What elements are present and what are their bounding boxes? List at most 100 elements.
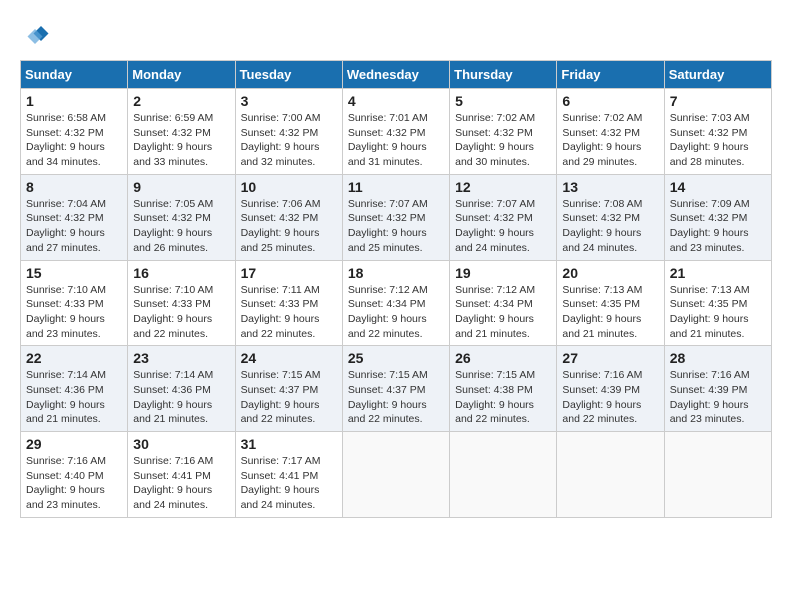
sunrise-label: Sunrise: 7:07 AM: [348, 198, 428, 210]
daylight-label: Daylight: 9 hours and 21 minutes.: [455, 313, 534, 340]
day-info: Sunrise: 7:15 AM Sunset: 4:38 PM Dayligh…: [455, 368, 551, 427]
daylight-label: Daylight: 9 hours and 25 minutes.: [348, 227, 427, 254]
calendar-cell: 4 Sunrise: 7:01 AM Sunset: 4:32 PM Dayli…: [342, 89, 449, 175]
day-number: 12: [455, 179, 551, 195]
day-info: Sunrise: 7:02 AM Sunset: 4:32 PM Dayligh…: [562, 111, 658, 170]
day-number: 20: [562, 265, 658, 281]
daylight-label: Daylight: 9 hours and 24 minutes.: [241, 484, 320, 511]
day-number: 10: [241, 179, 337, 195]
daylight-label: Daylight: 9 hours and 28 minutes.: [670, 141, 749, 168]
day-number: 25: [348, 350, 444, 366]
day-info: Sunrise: 7:05 AM Sunset: 4:32 PM Dayligh…: [133, 197, 229, 256]
sunrise-label: Sunrise: 7:13 AM: [562, 284, 642, 296]
calendar-cell: 13 Sunrise: 7:08 AM Sunset: 4:32 PM Dayl…: [557, 174, 664, 260]
calendar-cell: 27 Sunrise: 7:16 AM Sunset: 4:39 PM Dayl…: [557, 346, 664, 432]
sunrise-label: Sunrise: 7:16 AM: [133, 455, 213, 467]
day-number: 14: [670, 179, 766, 195]
sunset-label: Sunset: 4:32 PM: [670, 212, 748, 224]
day-info: Sunrise: 7:08 AM Sunset: 4:32 PM Dayligh…: [562, 197, 658, 256]
sunrise-label: Sunrise: 7:16 AM: [26, 455, 106, 467]
day-info: Sunrise: 6:59 AM Sunset: 4:32 PM Dayligh…: [133, 111, 229, 170]
sunset-label: Sunset: 4:32 PM: [348, 127, 426, 139]
day-info: Sunrise: 7:07 AM Sunset: 4:32 PM Dayligh…: [455, 197, 551, 256]
weekday-header: Thursday: [450, 61, 557, 89]
logo: [20, 20, 54, 50]
day-number: 4: [348, 93, 444, 109]
daylight-label: Daylight: 9 hours and 24 minutes.: [562, 227, 641, 254]
calendar-header-row: SundayMondayTuesdayWednesdayThursdayFrid…: [21, 61, 772, 89]
day-info: Sunrise: 7:16 AM Sunset: 4:41 PM Dayligh…: [133, 454, 229, 513]
daylight-label: Daylight: 9 hours and 21 minutes.: [133, 399, 212, 426]
day-info: Sunrise: 7:11 AM Sunset: 4:33 PM Dayligh…: [241, 283, 337, 342]
daylight-label: Daylight: 9 hours and 22 minutes.: [348, 399, 427, 426]
sunrise-label: Sunrise: 7:12 AM: [348, 284, 428, 296]
sunrise-label: Sunrise: 7:10 AM: [26, 284, 106, 296]
day-info: Sunrise: 7:10 AM Sunset: 4:33 PM Dayligh…: [26, 283, 122, 342]
calendar-cell: [450, 432, 557, 518]
day-number: 29: [26, 436, 122, 452]
daylight-label: Daylight: 9 hours and 29 minutes.: [562, 141, 641, 168]
calendar-cell: 3 Sunrise: 7:00 AM Sunset: 4:32 PM Dayli…: [235, 89, 342, 175]
day-number: 23: [133, 350, 229, 366]
day-number: 27: [562, 350, 658, 366]
sunrise-label: Sunrise: 7:16 AM: [562, 369, 642, 381]
sunset-label: Sunset: 4:35 PM: [670, 298, 748, 310]
calendar-cell: 14 Sunrise: 7:09 AM Sunset: 4:32 PM Dayl…: [664, 174, 771, 260]
day-number: 1: [26, 93, 122, 109]
day-info: Sunrise: 7:12 AM Sunset: 4:34 PM Dayligh…: [348, 283, 444, 342]
daylight-label: Daylight: 9 hours and 21 minutes.: [562, 313, 641, 340]
calendar-cell: 7 Sunrise: 7:03 AM Sunset: 4:32 PM Dayli…: [664, 89, 771, 175]
daylight-label: Daylight: 9 hours and 33 minutes.: [133, 141, 212, 168]
weekday-header: Sunday: [21, 61, 128, 89]
daylight-label: Daylight: 9 hours and 32 minutes.: [241, 141, 320, 168]
calendar-cell: 1 Sunrise: 6:58 AM Sunset: 4:32 PM Dayli…: [21, 89, 128, 175]
calendar-cell: 30 Sunrise: 7:16 AM Sunset: 4:41 PM Dayl…: [128, 432, 235, 518]
calendar-cell: 17 Sunrise: 7:11 AM Sunset: 4:33 PM Dayl…: [235, 260, 342, 346]
calendar-cell: 16 Sunrise: 7:10 AM Sunset: 4:33 PM Dayl…: [128, 260, 235, 346]
day-number: 6: [562, 93, 658, 109]
day-info: Sunrise: 7:13 AM Sunset: 4:35 PM Dayligh…: [562, 283, 658, 342]
sunrise-label: Sunrise: 6:59 AM: [133, 112, 213, 124]
sunset-label: Sunset: 4:32 PM: [241, 127, 319, 139]
sunrise-label: Sunrise: 7:15 AM: [241, 369, 321, 381]
sunset-label: Sunset: 4:40 PM: [26, 470, 104, 482]
day-info: Sunrise: 7:14 AM Sunset: 4:36 PM Dayligh…: [26, 368, 122, 427]
sunset-label: Sunset: 4:32 PM: [133, 127, 211, 139]
sunset-label: Sunset: 4:32 PM: [455, 127, 533, 139]
sunrise-label: Sunrise: 7:13 AM: [670, 284, 750, 296]
logo-icon: [20, 20, 50, 50]
page-header: [20, 20, 772, 50]
day-info: Sunrise: 7:12 AM Sunset: 4:34 PM Dayligh…: [455, 283, 551, 342]
sunrise-label: Sunrise: 7:05 AM: [133, 198, 213, 210]
calendar-cell: 2 Sunrise: 6:59 AM Sunset: 4:32 PM Dayli…: [128, 89, 235, 175]
sunset-label: Sunset: 4:34 PM: [455, 298, 533, 310]
day-info: Sunrise: 7:01 AM Sunset: 4:32 PM Dayligh…: [348, 111, 444, 170]
sunset-label: Sunset: 4:39 PM: [670, 384, 748, 396]
calendar-cell: [342, 432, 449, 518]
day-info: Sunrise: 7:14 AM Sunset: 4:36 PM Dayligh…: [133, 368, 229, 427]
sunrise-label: Sunrise: 7:01 AM: [348, 112, 428, 124]
day-number: 22: [26, 350, 122, 366]
day-info: Sunrise: 7:15 AM Sunset: 4:37 PM Dayligh…: [348, 368, 444, 427]
sunrise-label: Sunrise: 7:10 AM: [133, 284, 213, 296]
sunrise-label: Sunrise: 7:11 AM: [241, 284, 320, 296]
calendar-week-row: 15 Sunrise: 7:10 AM Sunset: 4:33 PM Dayl…: [21, 260, 772, 346]
sunset-label: Sunset: 4:32 PM: [455, 212, 533, 224]
calendar-cell: 15 Sunrise: 7:10 AM Sunset: 4:33 PM Dayl…: [21, 260, 128, 346]
weekday-header: Monday: [128, 61, 235, 89]
sunset-label: Sunset: 4:32 PM: [241, 212, 319, 224]
day-number: 21: [670, 265, 766, 281]
sunrise-label: Sunrise: 7:08 AM: [562, 198, 642, 210]
daylight-label: Daylight: 9 hours and 22 minutes.: [562, 399, 641, 426]
weekday-header: Saturday: [664, 61, 771, 89]
day-info: Sunrise: 7:06 AM Sunset: 4:32 PM Dayligh…: [241, 197, 337, 256]
day-number: 8: [26, 179, 122, 195]
sunset-label: Sunset: 4:37 PM: [348, 384, 426, 396]
sunrise-label: Sunrise: 7:03 AM: [670, 112, 750, 124]
daylight-label: Daylight: 9 hours and 22 minutes.: [241, 313, 320, 340]
calendar-cell: 22 Sunrise: 7:14 AM Sunset: 4:36 PM Dayl…: [21, 346, 128, 432]
sunset-label: Sunset: 4:35 PM: [562, 298, 640, 310]
sunset-label: Sunset: 4:41 PM: [133, 470, 211, 482]
sunset-label: Sunset: 4:33 PM: [133, 298, 211, 310]
calendar-cell: 29 Sunrise: 7:16 AM Sunset: 4:40 PM Dayl…: [21, 432, 128, 518]
